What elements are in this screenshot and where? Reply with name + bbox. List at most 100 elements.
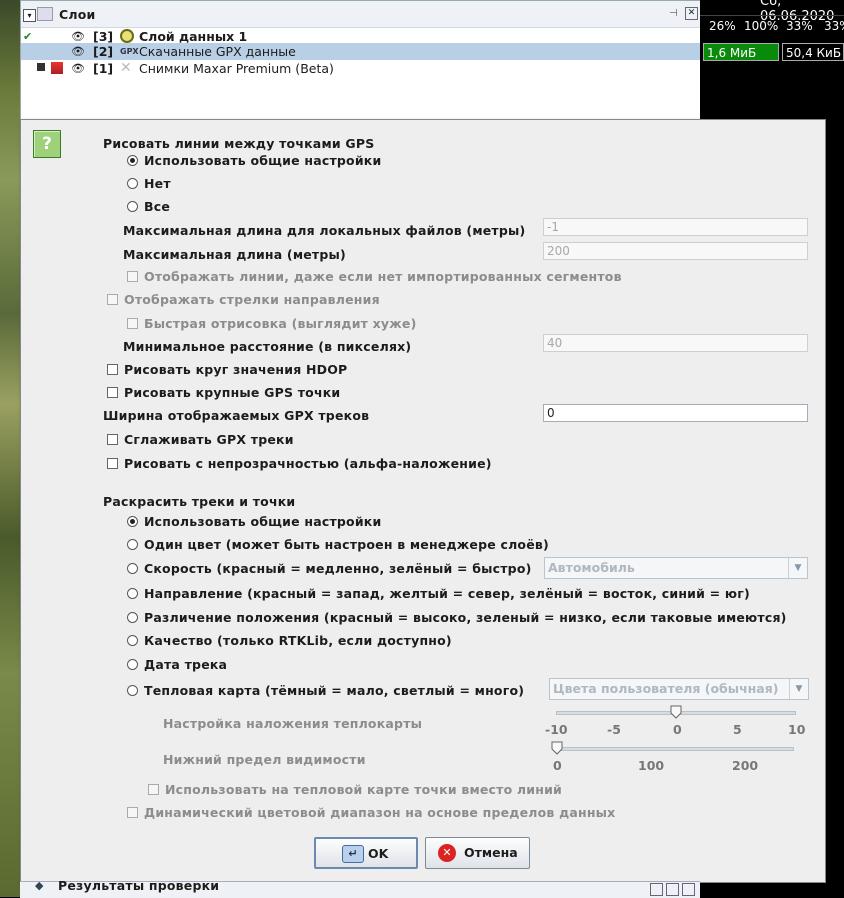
max-length-label: Максимальная длина (метры) — [123, 247, 346, 262]
chevron-down-icon: ▼ — [788, 558, 807, 578]
color-radio-date[interactable] — [127, 659, 138, 670]
heat-tick: 5 — [733, 722, 742, 737]
map-background — [0, 0, 20, 897]
gpx-icon: GPX — [120, 47, 139, 56]
lines-radio-label: Нет — [144, 176, 171, 191]
panel-title: Слои — [59, 7, 96, 22]
usage-row: 26% 100% 33% 33% — [700, 15, 844, 36]
usage-pct: 33% — [824, 19, 844, 33]
color-radio-label: Качество (только RTKLib, если доступно) — [144, 633, 452, 648]
color-radio-single[interactable] — [127, 539, 138, 550]
visibility-tick: 0 — [553, 758, 562, 773]
color-radio-global[interactable] — [127, 516, 138, 527]
cancel-label: Отмена — [464, 845, 518, 860]
visibility-thumb[interactable] — [551, 741, 563, 755]
color-radio-label: Направление (красный = запад, желтый = с… — [144, 586, 750, 601]
smooth-checkbox[interactable] — [107, 434, 118, 445]
gpx-settings-dialog: ? Рисовать линии между точками GPS Испол… — [20, 119, 826, 883]
arrows-checkbox[interactable] — [107, 294, 118, 305]
validation-icon: ◆ — [35, 879, 44, 892]
layer-type-icon — [37, 63, 45, 71]
pin-icon[interactable]: ⊣ — [669, 8, 678, 19]
visibility-icon[interactable]: 👁 — [71, 60, 85, 77]
dynamic-range-checkbox[interactable] — [127, 807, 138, 818]
heat-tick: 0 — [673, 722, 682, 737]
color-radio-label: Один цвет (может быть настроен в менедже… — [144, 537, 549, 552]
max-local-input[interactable] — [543, 218, 808, 236]
show-lines-checkbox[interactable] — [127, 271, 138, 282]
color-radio-label: Дата трека — [144, 657, 228, 672]
network-usage: 50,4 КиБ — [782, 43, 844, 61]
usage-pct: 100% — [744, 19, 779, 33]
validation-title: Результаты проверки — [58, 878, 220, 893]
color-radio-direction[interactable] — [127, 588, 138, 599]
layer-row[interactable]: 👁 [1] ✕ Снимки Maxar Premium (Beta) — [21, 60, 701, 77]
visibility-label: Нижний предел видимости — [163, 752, 366, 767]
hdop-label: Рисовать круг значения HDOP — [124, 362, 348, 377]
max-local-label: Максимальная длина для локальных файлов … — [123, 223, 526, 238]
lines-radio-global[interactable] — [127, 155, 138, 166]
question-icon: ? — [33, 130, 61, 158]
layer-row-selected[interactable]: 👁 [2] GPX Скачанные GPX данные — [21, 43, 701, 60]
heat-tick: -5 — [607, 722, 621, 737]
usage-pct: 33% — [786, 19, 813, 33]
color-radio-label: Тепловая карта (тёмный = мало, светлый =… — [144, 683, 525, 698]
color-radio-elevation[interactable] — [127, 612, 138, 623]
alpha-label: Рисовать с непрозрачностью (альфа-наложе… — [124, 456, 492, 471]
heat-overlay-label: Настройка наложения теплокарты — [163, 716, 423, 731]
imagery-warning-icon — [51, 62, 63, 74]
layers-panel-header: ▾ Слои ⊣ ✕ — [21, 1, 701, 28]
fast-draw-checkbox[interactable] — [127, 318, 138, 329]
min-distance-input[interactable] — [543, 334, 808, 352]
heat-overlay-thumb[interactable] — [670, 705, 682, 719]
track-width-input[interactable] — [543, 404, 808, 422]
heatmap-combo[interactable]: Цвета пользователя (обычная) ▼ — [549, 678, 809, 700]
heat-tick: 10 — [788, 722, 806, 737]
lines-radio-all[interactable] — [127, 201, 138, 212]
layer-name: Скачанные GPX данные — [139, 44, 296, 59]
lines-radio-label: Использовать общие настройки — [144, 153, 382, 168]
alpha-checkbox[interactable] — [107, 458, 118, 469]
layer-index: [2] — [93, 44, 114, 59]
close-icon[interactable]: ✕ — [685, 7, 698, 20]
panel-button-icon[interactable] — [666, 883, 679, 896]
panel-button-icon[interactable] — [650, 883, 663, 896]
color-radio-label: Различение положения (красный = высоко, … — [144, 610, 787, 625]
visibility-track[interactable] — [556, 747, 794, 751]
validation-panel-bar[interactable]: ◆ Результаты проверки — [20, 878, 700, 898]
cancel-button[interactable]: ✕ Отмена — [425, 837, 530, 869]
chevron-down-icon: ▼ — [789, 679, 808, 699]
ok-icon: ↵ — [342, 845, 364, 863]
color-radio-quality[interactable] — [127, 635, 138, 646]
arrows-label: Отображать стрелки направления — [124, 292, 380, 307]
heat-points-label: Использовать на тепловой карте точки вме… — [165, 782, 563, 797]
ok-button[interactable]: ↵ OK — [314, 837, 418, 869]
data-layer-icon — [120, 29, 134, 43]
color-radio-label: Скорость (красный = медленно, зелёный = … — [144, 561, 532, 576]
large-points-checkbox[interactable] — [107, 387, 118, 398]
visibility-icon[interactable]: 👁 — [71, 43, 85, 60]
hdop-checkbox[interactable] — [107, 364, 118, 375]
max-length-input[interactable] — [543, 242, 808, 260]
large-points-label: Рисовать крупные GPS точки — [124, 385, 341, 400]
color-radio-heatmap[interactable] — [127, 685, 138, 696]
lines-radio-label: Все — [144, 199, 171, 214]
dynamic-range-label: Динамический цветовой диапазон на основе… — [144, 805, 616, 820]
visibility-tick: 200 — [732, 758, 759, 773]
speed-combo-value: Автомобиль — [548, 560, 635, 575]
fast-draw-label: Быстрая отрисовка (выглядит хуже) — [144, 316, 417, 331]
cancel-icon: ✕ — [438, 844, 456, 862]
lines-radio-none[interactable] — [127, 178, 138, 189]
layers-icon — [37, 7, 53, 21]
visibility-tick: 100 — [638, 758, 665, 773]
panel-button-icon[interactable] — [682, 883, 695, 896]
heat-points-checkbox[interactable] — [148, 784, 159, 795]
collapse-icon[interactable]: ▾ — [23, 9, 36, 22]
memory-usage: 1,6 МиБ — [703, 43, 779, 61]
layers-panel: ▾ Слои ⊣ ✕ ✔ 👁 [3] Слой данных 1 👁 [2] G… — [20, 0, 702, 122]
speed-combo[interactable]: Автомобиль ▼ — [544, 557, 808, 579]
imagery-layer-icon: ✕ — [120, 60, 132, 76]
show-lines-label: Отображать линии, даже если нет импортир… — [144, 269, 622, 284]
color-radio-speed[interactable] — [127, 563, 138, 574]
section-lines-title: Рисовать линии между точками GPS — [103, 136, 375, 151]
